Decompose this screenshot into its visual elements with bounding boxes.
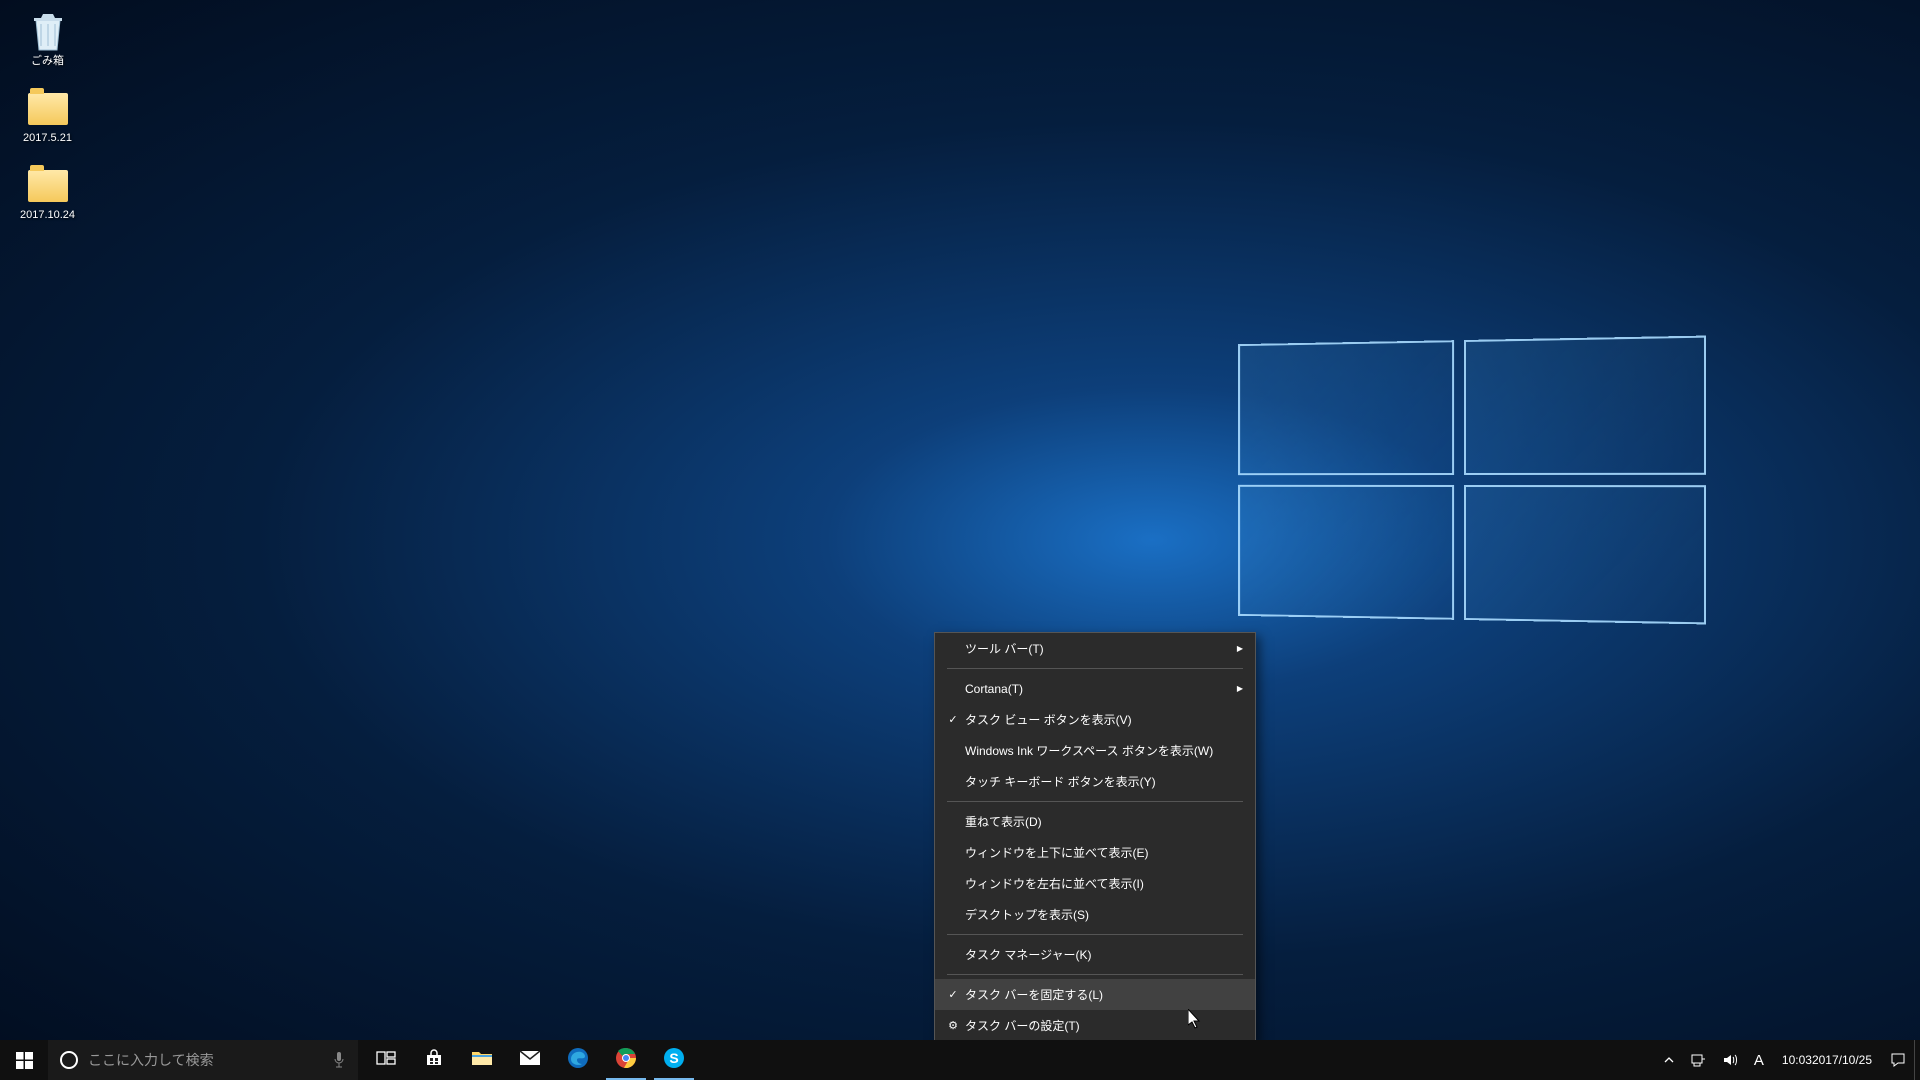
search-placeholder: ここに入力して検索 [88, 1050, 322, 1070]
context-menu-item[interactable]: ✓タスク バーを固定する(L) [935, 979, 1255, 1010]
context-menu-item-label: ウィンドウを上下に並べて表示(E) [963, 844, 1243, 861]
desktop[interactable]: ごみ箱 2017.5.21 2017.10.24 ツール バー(T)▶Corta… [0, 0, 1920, 1080]
taskbar-app-mail[interactable] [506, 1040, 554, 1080]
context-menu-item[interactable]: ✓タスク ビュー ボタンを表示(V) [935, 704, 1255, 735]
chevron-right-icon: ▶ [1237, 644, 1243, 653]
context-menu-item-label: ウィンドウを左右に並べて表示(I) [963, 875, 1243, 892]
context-menu-item[interactable]: タスク マネージャー(K) [935, 939, 1255, 970]
speaker-icon [1722, 1052, 1738, 1068]
context-menu-item[interactable]: ⚙タスク バーの設定(T) [935, 1010, 1255, 1041]
file-explorer-icon [471, 1049, 493, 1072]
context-menu-item-label: Cortana(T) [963, 682, 1237, 696]
search-box[interactable]: ここに入力して検索 [48, 1040, 358, 1080]
context-menu-item-label: タスク バーを固定する(L) [963, 986, 1243, 1003]
desktop-icon-label: 2017.5.21 [23, 132, 72, 145]
wallpaper-windows-logo [1238, 336, 1706, 625]
desktop-icon-label: ごみ箱 [31, 55, 64, 68]
context-menu-item-label: 重ねて表示(D) [963, 813, 1243, 830]
check-icon: ✓ [943, 988, 963, 1001]
windows-icon [16, 1052, 33, 1069]
context-menu-item[interactable]: Cortana(T)▶ [935, 673, 1255, 704]
context-menu-item-label: タスク ビュー ボタンを表示(V) [963, 711, 1243, 728]
skype-icon: S [663, 1047, 685, 1074]
context-menu-item[interactable]: ツール バー(T)▶ [935, 633, 1255, 664]
taskbar-app-store[interactable] [410, 1040, 458, 1080]
recycle-bin-icon [27, 11, 69, 53]
tray-time: 10:03 [1782, 1053, 1812, 1068]
desktop-icon-folder-1[interactable]: 2017.5.21 [10, 82, 85, 157]
tray-network[interactable] [1682, 1040, 1714, 1080]
context-menu-item-label: Windows Ink ワークスペース ボタンを表示(W) [963, 742, 1243, 759]
context-menu-item[interactable]: ウィンドウを左右に並べて表示(I) [935, 868, 1255, 899]
svg-text:S: S [669, 1050, 678, 1066]
cortana-icon [60, 1051, 78, 1069]
folder-icon [27, 88, 69, 130]
edge-icon [567, 1047, 589, 1074]
menu-separator [947, 974, 1243, 975]
microphone-icon[interactable] [332, 1051, 346, 1069]
mail-icon [519, 1050, 541, 1071]
context-menu-item[interactable]: 重ねて表示(D) [935, 806, 1255, 837]
context-menu-item-label: タスク バーの設定(T) [963, 1017, 1243, 1034]
tray-clock[interactable]: 10:03 2017/10/25 [1772, 1040, 1882, 1080]
tray-date: 2017/10/25 [1812, 1053, 1872, 1068]
chrome-icon [615, 1047, 637, 1074]
tray-ime[interactable]: A [1746, 1040, 1772, 1080]
context-menu-item[interactable]: タッチ キーボード ボタンを表示(Y) [935, 766, 1255, 797]
menu-separator [947, 801, 1243, 802]
chevron-up-icon [1664, 1055, 1674, 1065]
taskbar-pinned-apps: S [362, 1040, 698, 1080]
tray-action-center[interactable] [1882, 1040, 1914, 1080]
context-menu-item[interactable]: ウィンドウを上下に並べて表示(E) [935, 837, 1255, 868]
folder-icon [27, 165, 69, 207]
taskbar-context-menu[interactable]: ツール バー(T)▶Cortana(T)▶✓タスク ビュー ボタンを表示(V)W… [934, 632, 1256, 1042]
context-menu-item-label: デスクトップを表示(S) [963, 906, 1243, 923]
system-tray: A 10:03 2017/10/25 [1656, 1040, 1920, 1080]
tray-volume[interactable] [1714, 1040, 1746, 1080]
menu-separator [947, 934, 1243, 935]
desktop-icon-recycle-bin[interactable]: ごみ箱 [10, 5, 85, 80]
taskbar-app-chrome[interactable] [602, 1040, 650, 1080]
task-view-icon [376, 1050, 396, 1071]
desktop-icons: ごみ箱 2017.5.21 2017.10.24 [10, 5, 85, 236]
chevron-right-icon: ▶ [1237, 684, 1243, 693]
context-menu-item-label: タッチ キーボード ボタンを表示(Y) [963, 773, 1243, 790]
tray-overflow[interactable] [1656, 1040, 1682, 1080]
context-menu-item-label: ツール バー(T) [963, 640, 1237, 657]
desktop-icon-folder-2[interactable]: 2017.10.24 [10, 159, 85, 234]
desktop-icon-label: 2017.10.24 [20, 209, 75, 222]
context-menu-item-label: タスク マネージャー(K) [963, 946, 1243, 963]
taskbar-app-skype[interactable]: S [650, 1040, 698, 1080]
taskbar-app-task-view[interactable] [362, 1040, 410, 1080]
gear-icon: ⚙ [943, 1019, 963, 1032]
notification-icon [1890, 1052, 1906, 1068]
context-menu-item[interactable]: Windows Ink ワークスペース ボタンを表示(W) [935, 735, 1255, 766]
network-icon [1690, 1052, 1706, 1068]
taskbar-app-file-explorer[interactable] [458, 1040, 506, 1080]
check-icon: ✓ [943, 713, 963, 726]
taskbar-app-edge[interactable] [554, 1040, 602, 1080]
context-menu-item[interactable]: デスクトップを表示(S) [935, 899, 1255, 930]
taskbar[interactable]: ここに入力して検索 S A 10:03 2017/10/25 [0, 1040, 1920, 1080]
show-desktop-button[interactable] [1914, 1040, 1920, 1080]
store-icon [424, 1048, 444, 1073]
start-button[interactable] [0, 1040, 48, 1080]
menu-separator [947, 668, 1243, 669]
